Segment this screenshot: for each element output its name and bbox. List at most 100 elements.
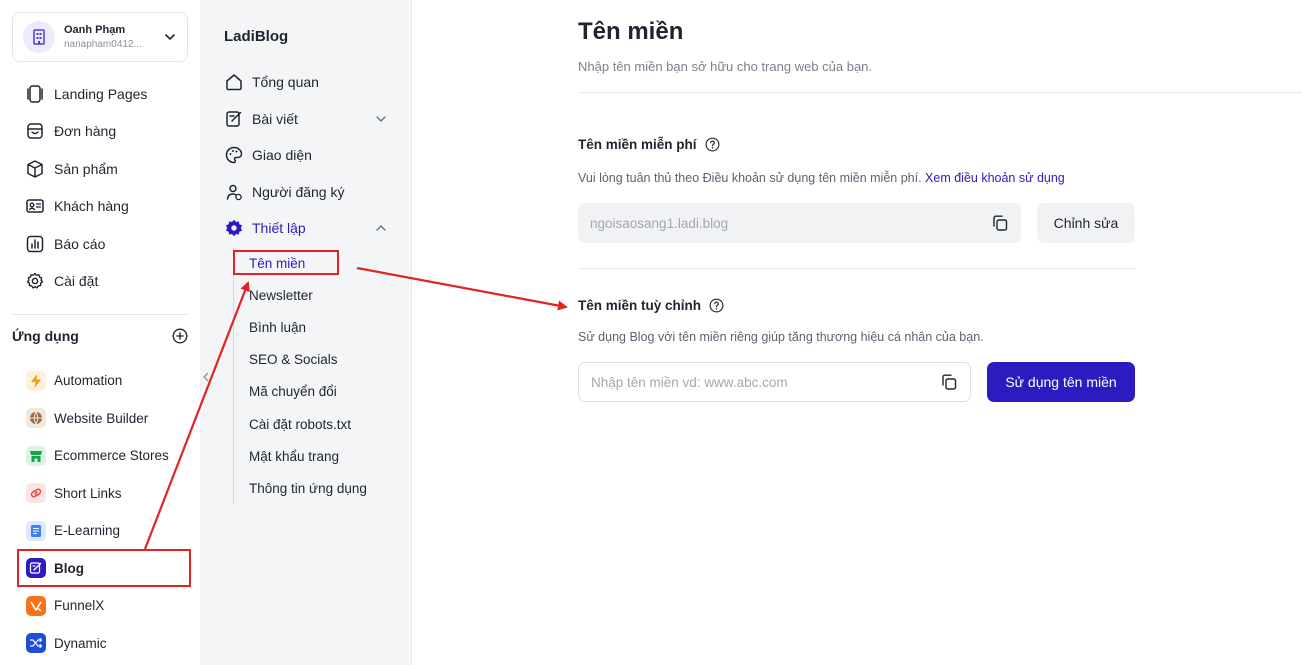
app-item-ecommerce-stores[interactable]: Ecommerce Stores — [0, 437, 200, 475]
book-icon — [26, 520, 46, 541]
free-domain-field: ngoisaosang1.ladi.blog — [578, 203, 1021, 243]
submenu-robots-txt[interactable]: Cài đặt robots.txt — [234, 408, 403, 440]
app-item-funnelx[interactable]: FunnelX — [0, 587, 200, 625]
custom-domain-title: Tên miền tuỳ chỉnh — [578, 298, 702, 313]
use-domain-button[interactable]: Sử dụng tên miền — [987, 362, 1135, 402]
custom-domain-field — [578, 362, 971, 402]
building-icon — [23, 21, 55, 53]
help-icon[interactable] — [709, 298, 724, 313]
chevron-left-icon — [203, 372, 209, 382]
blog-menu-theme[interactable]: Giao diện — [200, 137, 412, 174]
menu-item-landing-pages[interactable]: Landing Pages — [0, 75, 200, 113]
menu-item-label: Đơn hàng — [54, 123, 117, 140]
annotation-box-domain — [233, 250, 339, 275]
app-item-label: Dynamic — [54, 635, 107, 651]
store-icon — [26, 445, 46, 466]
copy-icon[interactable] — [940, 373, 958, 391]
users-icon — [226, 184, 242, 200]
blog-menu-label: Bài viết — [252, 110, 298, 127]
main-menu: Landing Pages Đơn hàng Sản phẩm Khách hà… — [0, 75, 200, 300]
sidebar-divider — [12, 314, 188, 315]
menu-item-reports[interactable]: Báo cáo — [0, 225, 200, 263]
lightning-icon — [26, 370, 46, 391]
app-item-label: Automation — [54, 373, 123, 389]
submenu-app-info[interactable]: Thông tin ứng dụng — [234, 472, 403, 504]
blog-menu-label: Thiết lập — [252, 220, 306, 237]
orders-icon — [27, 123, 43, 139]
add-app-icon[interactable] — [172, 328, 188, 344]
menu-item-settings[interactable]: Cài đặt — [0, 263, 200, 301]
free-domain-desc: Vui lòng tuân thủ theo Điều khoản sử dụn… — [578, 171, 922, 185]
annotation-box-blog — [17, 549, 191, 587]
collapse-sidebar-handle[interactable] — [200, 366, 212, 388]
settings-submenu: Tên miền Newsletter Bình luận SEO & Soci… — [233, 247, 403, 505]
edit-icon — [226, 111, 242, 127]
chevron-down-icon — [376, 116, 386, 122]
menu-item-label: Landing Pages — [54, 85, 148, 102]
apps-list: Automation Website Builder Ecommerce Sto… — [0, 362, 200, 662]
app-item-e-learning[interactable]: E-Learning — [0, 512, 200, 550]
blog-sidebar: LadiBlog Tổng quan Bài viết Giao diện Ng… — [200, 0, 412, 665]
app-item-website-builder[interactable]: Website Builder — [0, 400, 200, 438]
app-item-automation[interactable]: Automation — [0, 362, 200, 400]
free-domain-desc-row: Vui lòng tuân thủ theo Điều khoản sử dụn… — [578, 171, 1065, 185]
app-item-label: Short Links — [54, 485, 122, 501]
contact-card-icon — [26, 199, 44, 213]
app-item-label: FunnelX — [54, 598, 105, 614]
blog-sidebar-title: LadiBlog — [224, 28, 289, 45]
menu-item-orders[interactable]: Đơn hàng — [0, 113, 200, 151]
home-icon — [226, 74, 242, 91]
custom-domain-desc: Sử dụng Blog với tên miền riêng giúp tăn… — [578, 330, 984, 344]
gear-icon — [26, 273, 44, 289]
apps-title: Ứng dụng — [12, 328, 79, 344]
palette-icon — [225, 146, 243, 164]
custom-domain-input[interactable] — [591, 374, 940, 390]
globe-icon — [26, 408, 46, 429]
blog-menu: Tổng quan Bài viết Giao diện Người đăng … — [200, 64, 412, 247]
link-icon — [26, 483, 46, 504]
box-icon — [27, 160, 43, 178]
blog-menu-overview[interactable]: Tổng quan — [200, 64, 412, 101]
submenu-newsletter[interactable]: Newsletter — [234, 279, 403, 311]
gear-icon — [226, 220, 242, 237]
submenu-page-password[interactable]: Mật khẩu trang — [234, 440, 403, 472]
funnelx-icon — [26, 595, 46, 616]
free-domain-value: ngoisaosang1.ladi.blog — [590, 215, 729, 231]
submenu-seo-socials[interactable]: SEO & Socials — [234, 344, 403, 376]
terms-link[interactable]: Xem điều khoản sử dụng — [925, 171, 1065, 185]
chevron-down-icon — [165, 34, 175, 41]
blog-menu-settings[interactable]: Thiết lập — [200, 210, 412, 247]
header-divider — [578, 92, 1302, 93]
app-item-short-links[interactable]: Short Links — [0, 475, 200, 513]
account-switcher[interactable]: Oanh Phạm nanapham0412... — [12, 12, 188, 62]
chevron-up-icon — [376, 225, 386, 231]
report-icon — [26, 235, 44, 252]
app-item-label: Website Builder — [54, 410, 149, 426]
blog-menu-label: Giao diện — [252, 147, 312, 164]
free-domain-title: Tên miền miễn phí — [578, 137, 697, 152]
menu-item-label: Báo cáo — [54, 235, 106, 252]
account-name: Oanh Phạm — [64, 24, 126, 36]
blog-menu-posts[interactable]: Bài viết — [200, 101, 412, 138]
free-domain-title-row: Tên miền miễn phí — [578, 137, 720, 152]
edit-domain-button[interactable]: Chỉnh sửa — [1037, 203, 1135, 243]
menu-item-products[interactable]: Sản phẩm — [0, 150, 200, 188]
submenu-comments[interactable]: Bình luận — [234, 311, 403, 343]
section-divider — [578, 268, 1135, 269]
menu-item-label: Cài đặt — [54, 273, 99, 290]
shuffle-icon — [26, 633, 46, 654]
help-icon[interactable] — [705, 137, 720, 152]
blog-menu-label: Tổng quan — [252, 74, 319, 91]
menu-item-customers[interactable]: Khách hàng — [0, 188, 200, 226]
account-email: nanapham0412... — [64, 39, 142, 50]
page-subtitle: Nhập tên miền bạn sở hữu cho trang web c… — [578, 59, 873, 74]
menu-item-label: Khách hàng — [54, 198, 129, 215]
apps-header: Ứng dụng — [12, 328, 188, 344]
app-item-label: E-Learning — [54, 523, 121, 539]
landing-pages-icon — [27, 85, 43, 103]
submenu-conversion-code[interactable]: Mã chuyển đổi — [234, 376, 403, 408]
menu-item-label: Sản phẩm — [54, 160, 118, 177]
copy-icon[interactable] — [991, 214, 1009, 232]
app-item-dynamic[interactable]: Dynamic — [0, 625, 200, 663]
blog-menu-subscribers[interactable]: Người đăng ký — [200, 174, 412, 211]
